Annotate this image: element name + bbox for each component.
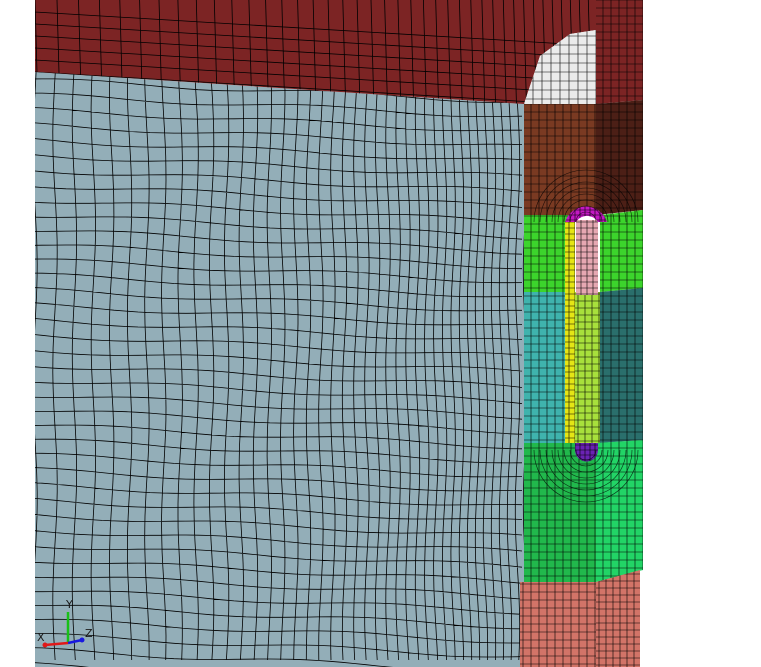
axis-x-label: X [37,631,45,644]
salmon-block [520,582,596,667]
mesh-viewport[interactable]: Y Z X [0,0,761,667]
dark-teal-block [600,288,643,443]
brown-block [524,104,596,215]
axis-z-tip [79,637,85,643]
right-component-stack [520,0,643,667]
salmon-side-block [596,570,640,667]
lime-column [572,292,600,443]
main-part-mesh [35,72,524,667]
axis-z-label: Z [85,627,93,640]
axis-y-label: Y [65,598,73,611]
